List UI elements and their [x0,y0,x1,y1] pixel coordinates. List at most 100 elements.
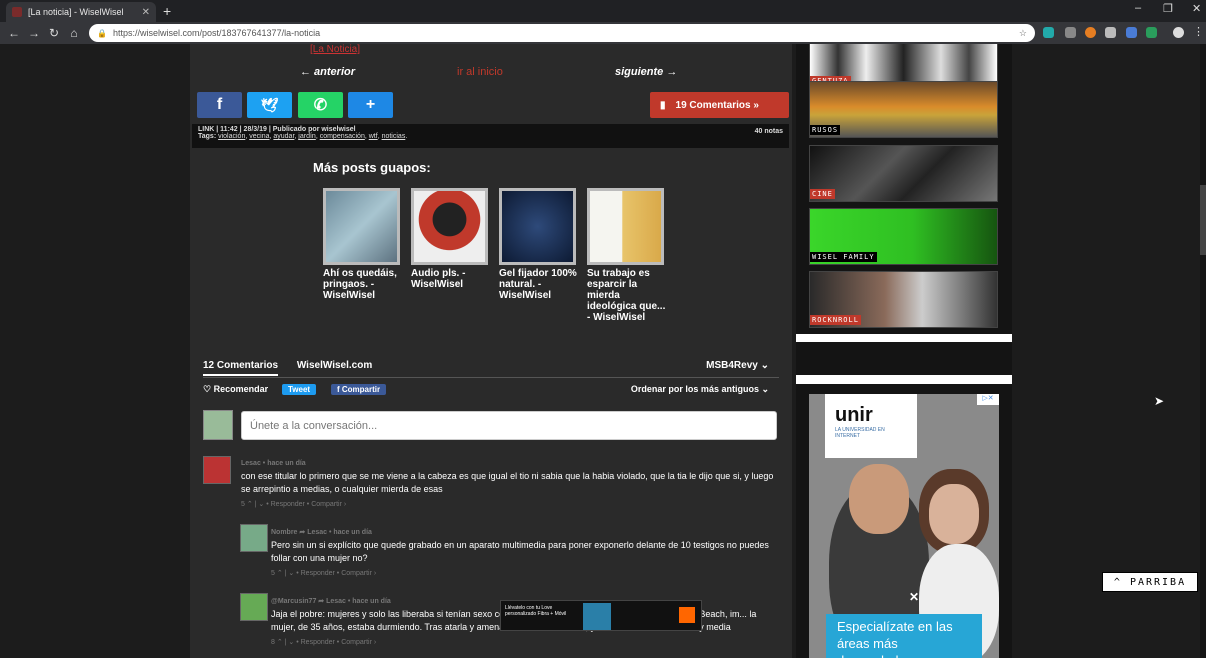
lock-icon: 🔒 [97,28,107,38]
category-rocknroll[interactable]: ROCKNROLL [809,271,998,328]
ad-brand: unir [835,404,873,426]
reload-icon[interactable]: ↻ [44,26,64,40]
new-tab-button[interactable]: + [163,3,171,19]
category-wisel-family[interactable]: WISEL FAMILY [809,208,998,265]
tag-link[interactable]: compensación [320,133,365,140]
home-icon[interactable]: ⌂ [64,26,84,40]
whatsapp-share-button[interactable]: ✆ [298,92,343,118]
related-caption[interactable]: Su trabajo es esparcir la mierda ideológ… [587,268,667,323]
shield-icon[interactable] [1065,27,1076,38]
adchoices-icon[interactable]: ▷✕ [977,394,999,405]
related-caption[interactable]: Ahí os quedáis, pringaos. - WiselWisel [323,268,403,301]
favicon-icon [12,7,22,17]
tag-link[interactable]: ayudar [273,133,294,140]
tags-label: Tags: [198,133,219,140]
sort-dropdown[interactable]: Ordenar por los más antiguos ⌄ [631,384,769,395]
extension-icon[interactable] [1126,27,1137,38]
extension-icon[interactable] [1043,27,1054,38]
category-label: RUSOS [810,125,841,135]
comment-actions[interactable]: 8 ⌃ | ⌄ • Responder • Compartir › [271,636,781,649]
close-window-button[interactable]: ✕ [1192,2,1201,15]
ad-close-icon[interactable]: ✕ [909,590,919,604]
post-pager: ← anterior ir al inicio siguiente → [300,66,770,80]
tab-close-icon[interactable]: ✕ [142,7,150,18]
ad-brand-sub: LA UNIVERSIDAD EN INTERNET [835,427,885,439]
prev-post-link[interactable]: ← anterior [300,66,355,78]
related-thumb[interactable] [499,188,576,265]
tag-link[interactable]: jardín [298,133,316,140]
browser-toolbar: ← → ↻ ⌂ 🔒 https://wiselwisel.com/post/18… [0,22,1206,44]
comments-button[interactable]: ▮ 19 Comentarios » [650,92,789,118]
avatar[interactable] [240,593,268,621]
disqus-actions: ♡ Recomendar Tweet f Compartir Ordenar p… [203,384,779,400]
extension-icon[interactable] [1085,27,1096,38]
page-viewport: [La Noticia] ← anterior ir al inicio sig… [0,44,1206,658]
related-posts-title: Más posts guapos: [313,160,431,175]
mouse-cursor-icon: ➤ [1154,394,1165,408]
bookmark-star-icon[interactable]: ☆ [1019,28,1027,39]
related-caption[interactable]: Audio pls. - WiselWisel [411,268,491,290]
post-title-link[interactable]: [La Noticia] [310,44,360,55]
back-to-top-button[interactable]: ^ PARRIBA [1102,572,1198,592]
profile-avatar-icon[interactable] [1173,27,1184,38]
disqus-user-menu[interactable]: MSB4Revy ⌄ [706,360,769,371]
related-thumb[interactable] [411,188,488,265]
minimize-button[interactable]: – [1135,2,1141,14]
maximize-button[interactable]: ❐ [1163,2,1173,15]
comment-author[interactable]: Lesac • hace un día [241,457,781,470]
comment-actions[interactable]: 5 ⌃ | ⌄ • Responder • Compartir › [241,498,781,511]
notes-count[interactable]: 40 notas [755,128,783,135]
related-thumb[interactable] [323,188,400,265]
comment-author[interactable]: Nombre ➦ Lesac • hace un día [271,526,771,539]
disqus-site-name[interactable]: WiselWisel.com [297,360,372,371]
menu-dots-icon[interactable]: ⋮ [1193,25,1204,38]
tag-link[interactable]: noticias [382,133,406,140]
forward-arrow-icon[interactable]: → [24,26,44,40]
facebook-share-disqus-button[interactable]: f Compartir [331,384,387,395]
scrollbar-thumb[interactable] [1200,185,1206,255]
ad-image [929,484,979,544]
address-bar[interactable]: 🔒 https://wiselwisel.com/post/1837676413… [89,24,1035,42]
next-post-link[interactable]: siguiente → [615,66,677,78]
more-share-button[interactable]: + [348,92,393,118]
category-label: ROCKNROLL [810,315,861,325]
post-meta-line: LINK | 11:42 | 28/3/19 | Publicado por w… [198,126,356,133]
avatar[interactable] [203,456,231,484]
home-link[interactable]: ir al inicio [457,66,503,78]
post-tags: Tags: violación, vecina, ayudar, jardín,… [198,133,408,140]
comment-input[interactable]: Únete a la conversación... [241,411,777,440]
facebook-share-button[interactable]: f [197,92,242,118]
sidebar-ad[interactable]: unir LA UNIVERSIDAD EN INTERNET ▷✕ ✕ Esp… [809,394,999,658]
tab-title: [La noticia] - WiselWisel [28,7,124,17]
scrollbar[interactable] [1200,44,1206,658]
browser-titlebar: [La noticia] - WiselWisel ✕ + – ❐ ✕ [0,0,1206,22]
image-icon[interactable] [1105,27,1116,38]
twitter-share-button[interactable]: 🕊 [247,92,292,118]
comments-count-label: 19 Comentarios » [675,99,759,111]
browser-tab[interactable]: [La noticia] - WiselWisel ✕ [6,2,156,22]
category-label: WISEL FAMILY [810,252,877,262]
back-arrow-icon[interactable]: ← [4,26,24,40]
tag-link[interactable]: wtf [369,133,378,140]
disqus-comment-count[interactable]: 12 Comentarios [203,360,279,376]
orange-logo-icon [679,607,695,623]
category-cine[interactable]: CINE [809,145,998,202]
overlay-ad[interactable]: Llévatelo con tu Love personalizado Fibr… [500,600,702,631]
related-caption[interactable]: Gel fijador 100% natural. - WiselWisel [499,268,579,301]
tag-link[interactable]: vecina [249,133,269,140]
sidebar: GENTUZA RUSOS CINE WISEL FAMILY ROCKNROL… [796,44,1012,658]
category-rusos[interactable]: RUSOS [809,81,998,138]
extension-icon[interactable] [1146,27,1157,38]
ad-image [583,603,611,630]
tag-link[interactable]: violación [218,133,245,140]
recommend-button[interactable]: ♡ Recomendar [203,384,268,395]
facebook-icon: f [216,96,223,113]
avatar[interactable] [240,524,268,552]
torn-paper-divider [796,375,1012,384]
ad-text: Llévatelo con tu Love personalizado Fibr… [505,605,567,617]
ad-logo: unir LA UNIVERSIDAD EN INTERNET [825,394,917,458]
tweet-button[interactable]: Tweet [282,384,317,395]
related-thumb[interactable] [587,188,664,265]
avatar [203,410,233,440]
comment-actions[interactable]: 5 ⌃ | ⌄ • Responder • Compartir › [271,567,771,580]
